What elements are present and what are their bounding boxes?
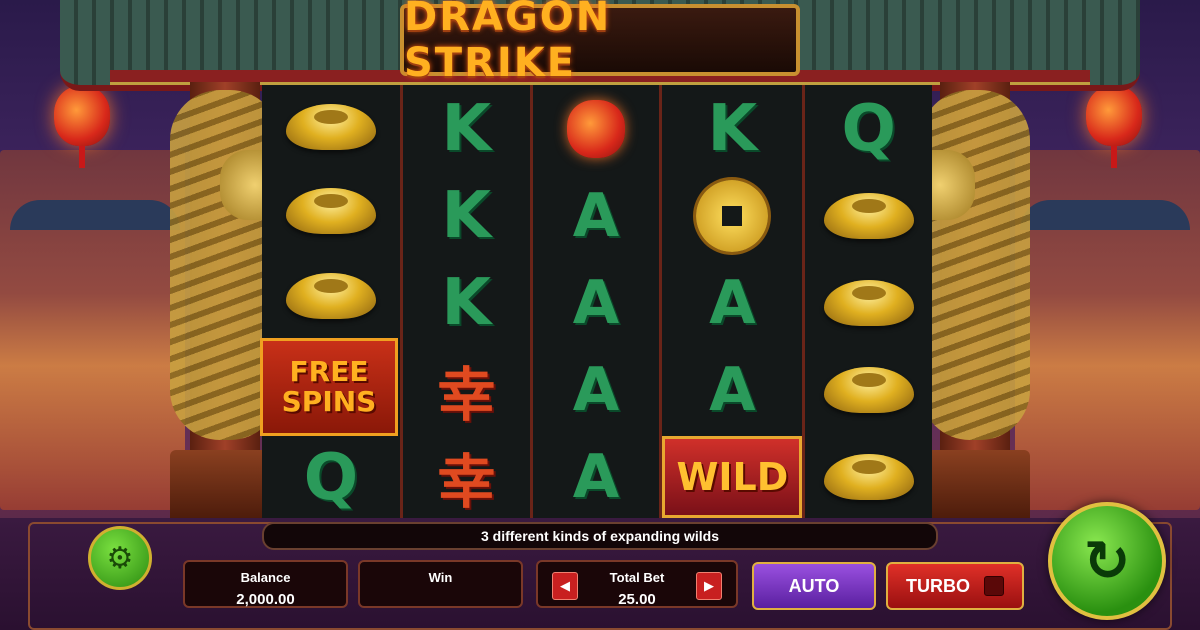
turbo-button[interactable]: TURBO [886,562,1024,610]
reel-cell [262,169,400,253]
reel-cell: K [403,85,530,172]
wild-symbol: WILD [662,435,803,518]
turbo-indicator [984,576,1004,596]
auto-button[interactable]: AUTO [752,562,876,610]
background-roof-right [1020,200,1190,230]
gold-ingot-icon [823,453,914,500]
reel-1: FREE SPINS Q [260,85,403,520]
letter-symbol-a: A [709,354,756,425]
reel-cell: A [662,346,802,433]
increase-bet-button[interactable]: ▶ [696,572,722,600]
gold-ingot-icon [823,366,914,413]
reel-cell: K [662,85,802,172]
win-label: Win [428,570,453,585]
dragon-right-icon [920,90,1030,440]
total-bet-panel: ◀ Total Bet 25.00 ▶ [536,560,738,608]
reel-cell: A [533,433,660,520]
reel-2: KKK幸幸 [403,85,533,520]
reel-grid: FREE SPINS Q K K K 幸幸 A A A A K A A WILD Q [260,85,932,520]
reel-cell: K [403,172,530,259]
letter-symbol-a: A [572,267,620,338]
gold-ingot-icon [286,188,376,235]
balance-panel: Balance 2,000.00 [183,560,348,608]
spin-button[interactable]: ↻ [1048,502,1166,620]
letter-symbol-k: K [441,265,492,340]
settings-button[interactable]: ⚙ [88,526,152,590]
background-roof-left [10,200,180,230]
lantern-left-icon [54,78,110,168]
reel-cell: A [533,172,660,259]
turbo-label: TURBO [906,575,970,596]
free-spins-symbol: FREE SPINS [260,337,398,436]
reel-cell [662,172,802,259]
reel-cell [805,433,932,520]
gold-coin-icon [696,179,769,252]
free-spins-text: FREE [289,354,369,388]
reel-cell: A [662,259,802,346]
balance-label: Balance [240,570,291,585]
reel-5: Q [805,85,932,520]
reel-cell: A [533,259,660,346]
lantern-right-icon [1086,78,1142,168]
lantern-symbol-icon [567,99,625,158]
letter-symbol-k: K [441,178,492,253]
reel-cell: 幸 [403,433,530,520]
game-title: DRAGON STRIKE [404,0,612,86]
letter-symbol-q: Q [841,91,896,166]
wild-text: WILD [676,454,789,499]
pillar-base-right [920,450,1030,522]
reel-cell [805,172,932,259]
balance-value: 2,000.00 [236,591,295,608]
letter-symbol-a: A [572,354,620,425]
title-plate: DRAGON STRIKE [400,0,800,86]
spin-arrow-icon: ↻ [1083,529,1131,592]
gear-icon: ⚙ [106,541,134,575]
reel-cell [805,259,932,346]
info-message: 3 different kinds of expanding wilds [262,522,938,550]
reel-3: AAAA [533,85,663,520]
reel-cell: FREE SPINS [260,337,400,436]
gold-ingot-icon [286,272,376,319]
letter-symbol-a: A [572,180,620,251]
reel-cell [262,85,400,169]
reel-cell: Q [262,436,400,520]
win-panel: Win [358,560,523,608]
gold-ingot-icon [823,279,914,326]
chinese-character-icon: 幸 [437,360,496,429]
reel-cell: WILD [662,433,803,520]
decrease-bet-button[interactable]: ◀ [552,572,578,600]
letter-symbol-k: K [441,91,492,166]
reel-cell: 幸 [403,346,530,433]
chinese-character-icon: 幸 [437,447,496,516]
auto-label: AUTO [788,575,840,596]
letter-symbol-a: A [709,267,756,338]
reel-cell [805,346,932,433]
reel-cell: Q [805,85,932,172]
reel-4: K A A WILD [662,85,806,520]
reel-cell: K [403,259,530,346]
letter-symbol-q: Q [303,440,359,515]
gold-ingot-icon [823,192,914,239]
reel-cell: A [533,346,660,433]
letter-symbol-k: K [707,91,758,166]
gold-ingot-icon [286,104,376,151]
reel-cell [262,254,400,338]
letter-symbol-a: A [572,441,620,512]
free-spins-text: SPINS [281,384,377,418]
reel-cell [533,85,660,172]
